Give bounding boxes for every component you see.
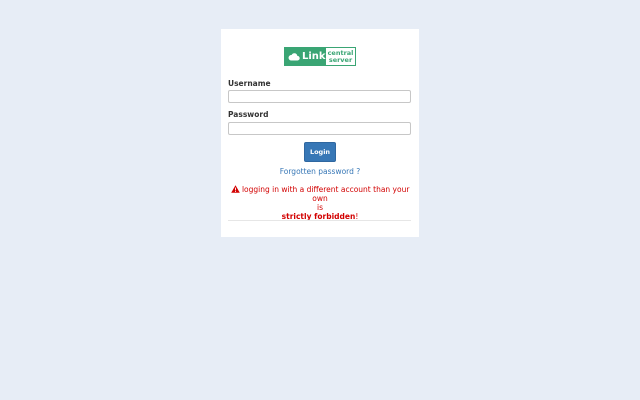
warning-triangle-icon <box>230 185 242 194</box>
logo-subtitle: central server <box>326 48 355 65</box>
warning-text-line1: logging in with a different account than… <box>241 185 410 203</box>
warning-text-line2: is <box>317 203 323 212</box>
username-input[interactable] <box>228 90 411 103</box>
login-card: Link central server Username Password Lo… <box>221 29 419 237</box>
cloud-icon <box>288 52 300 61</box>
divider <box>228 220 411 221</box>
password-input[interactable] <box>228 122 411 135</box>
logo-badge: Link <box>285 48 326 65</box>
forgot-password-link[interactable]: Forgotten password ? <box>221 167 419 176</box>
warning-message: logging in with a different account than… <box>226 185 414 221</box>
password-label: Password <box>228 110 269 119</box>
logo-subtitle-line2: server <box>328 55 353 64</box>
username-label: Username <box>228 79 271 88</box>
login-button[interactable]: Login <box>304 142 336 162</box>
link-logo: Link central server <box>284 47 356 66</box>
logo-word: Link <box>302 50 326 62</box>
